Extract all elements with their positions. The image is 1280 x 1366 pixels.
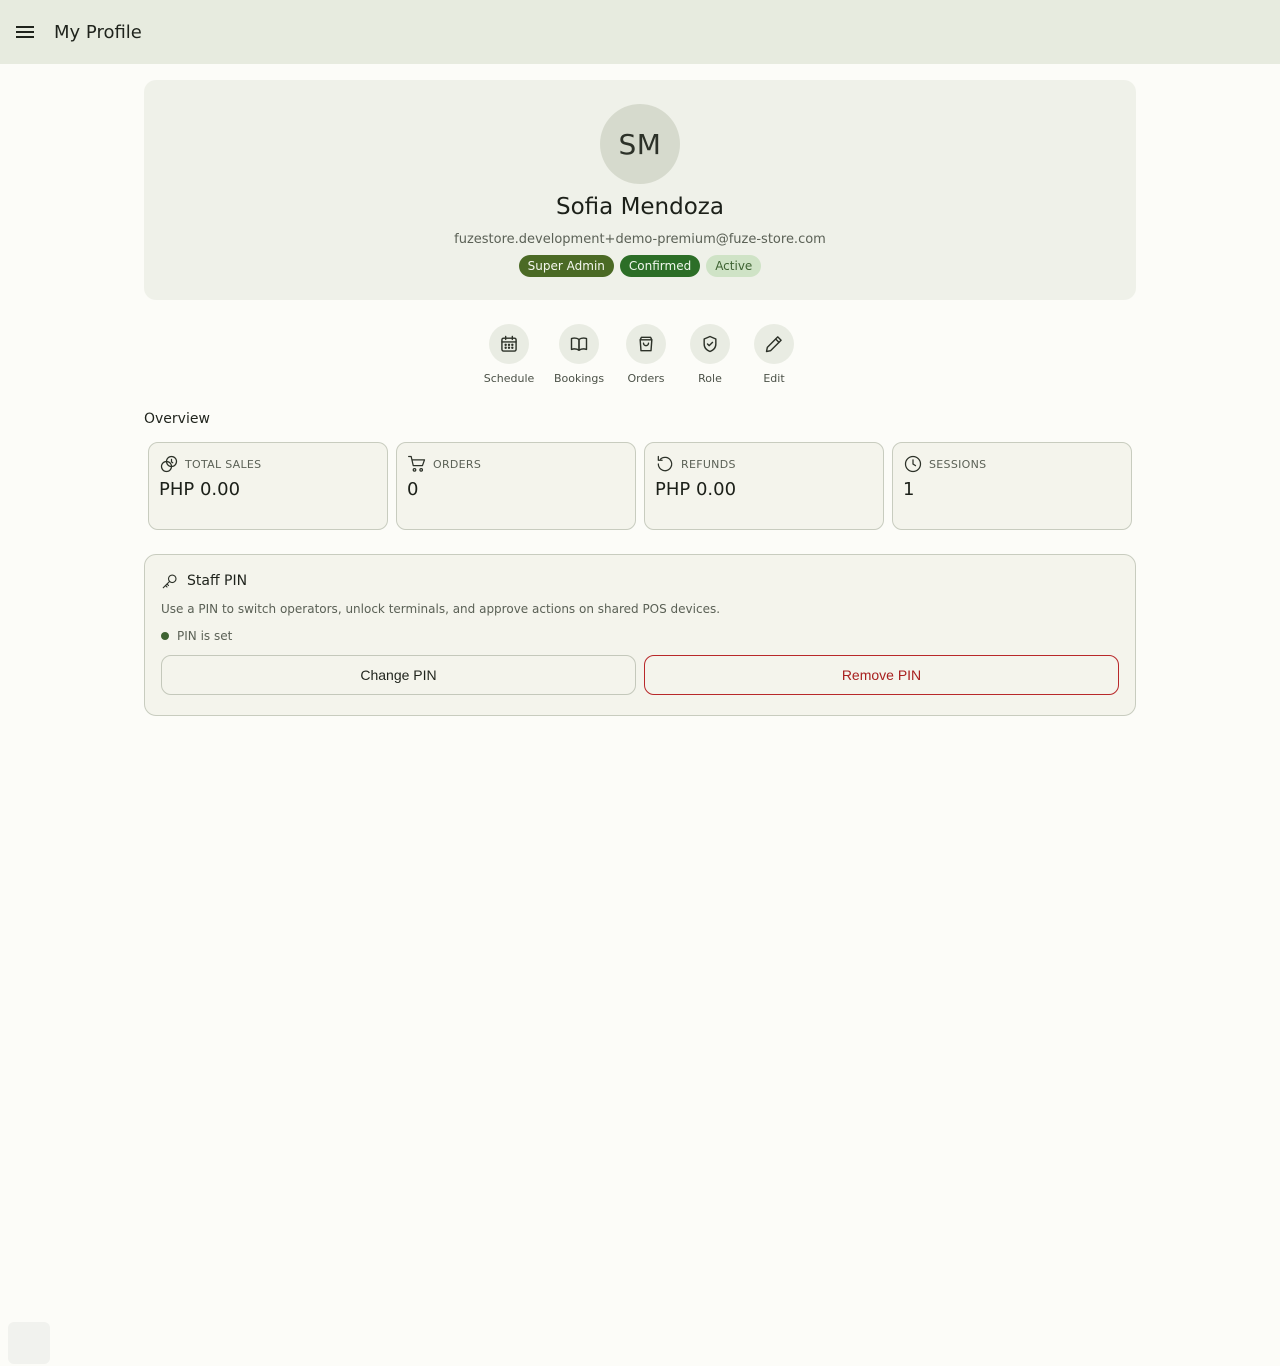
quick-actions: Schedule Bookings Orders Role Edit (0, 324, 1280, 385)
staff-pin-card: Staff PIN Use a PIN to switch operators,… (144, 554, 1136, 716)
coins-icon (160, 455, 178, 473)
user-email: fuzestore.development+demo-premium@fuze-… (454, 232, 826, 247)
refund-arrow-icon (657, 455, 673, 472)
remove-pin-button[interactable]: Remove PIN (644, 655, 1119, 695)
page-title: My Profile (54, 21, 142, 43)
bookings-action[interactable]: Bookings (544, 324, 614, 385)
book-open-icon (570, 337, 588, 351)
role-badge: Super Admin (518, 255, 614, 277)
top-app-bar: My Profile (0, 0, 1280, 64)
user-name: Sofia Mendoza (556, 194, 724, 220)
stat-card-orders: ORDERS 0 (396, 442, 636, 530)
stat-card-total-sales: TOTAL SALES PHP 0.00 (148, 442, 388, 530)
stat-value: PHP 0.00 (655, 479, 737, 500)
stat-card-sessions: SESSIONS 1 (892, 442, 1132, 530)
badge-group: Super Admin Confirmed Active (518, 255, 762, 277)
schedule-label: Schedule (483, 372, 535, 385)
overview-stats: TOTAL SALES PHP 0.00 ORDERS 0 REFUNDS PH… (148, 442, 1132, 530)
edit-action[interactable]: Edit (742, 324, 806, 385)
role-action[interactable]: Role (678, 324, 742, 385)
stat-value: 1 (903, 479, 915, 500)
avatar: SM (600, 104, 680, 184)
staff-pin-description: Use a PIN to switch operators, unlock te… (161, 602, 721, 616)
profile-card: SM Sofia Mendoza fuzestore.development+d… (144, 80, 1136, 300)
schedule-action[interactable]: Schedule (474, 324, 544, 385)
change-pin-button[interactable]: Change PIN (161, 655, 636, 695)
stat-label: SESSIONS (929, 457, 987, 471)
clock-icon (904, 455, 922, 473)
hamburger-menu-icon[interactable] (13, 20, 37, 44)
cart-icon (408, 455, 426, 472)
pin-status: PIN is set (161, 629, 1119, 643)
stat-card-refunds: REFUNDS PHP 0.00 (644, 442, 884, 530)
stat-value: 0 (407, 479, 419, 500)
confirmed-badge: Confirmed (619, 255, 701, 277)
stat-label: REFUNDS (681, 457, 736, 471)
stat-label: ORDERS (433, 457, 482, 471)
stat-label: TOTAL SALES (185, 457, 262, 471)
key-icon (162, 574, 177, 589)
status-dot (161, 632, 169, 640)
status-badge: Active (706, 255, 762, 277)
overview-heading: Overview (144, 411, 210, 427)
orders-action[interactable]: Orders (614, 324, 678, 385)
role-label: Role (698, 372, 722, 385)
bookings-label: Bookings (553, 372, 605, 385)
pencil-icon (765, 336, 782, 353)
calendar-icon (501, 335, 517, 352)
edit-label: Edit (763, 372, 785, 385)
shopping-bag-icon (639, 336, 653, 352)
pin-status-text: PIN is set (177, 629, 233, 643)
floating-widget[interactable] (8, 1322, 50, 1364)
shield-check-icon (703, 335, 717, 353)
staff-pin-title: Staff PIN (187, 573, 248, 589)
orders-label: Orders (627, 372, 665, 385)
stat-value: PHP 0.00 (159, 479, 241, 500)
